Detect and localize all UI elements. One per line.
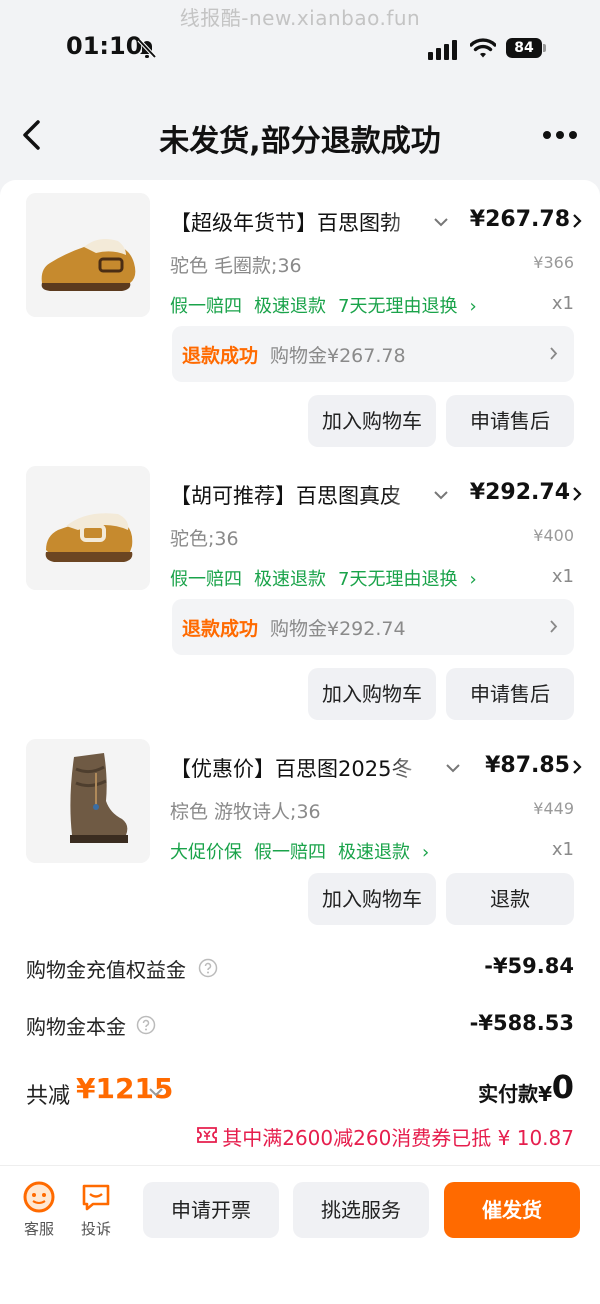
status-time: 01:10 [66,32,143,60]
product-image[interactable] [26,193,150,317]
after-sales-button[interactable]: 申请售后 [446,668,574,720]
customer-service-icon [23,1181,55,1213]
coupon-icon [197,1127,218,1143]
refund-button[interactable]: 退款 [446,873,574,925]
chevron-down-icon[interactable] [432,213,450,231]
product-spec: 棕色 游牧诗人;36 [170,801,321,823]
product-title[interactable]: 【优惠价】百思图2025冬 [170,753,434,783]
total-discount-label: 共减 [26,1084,71,1109]
tag: 极速退款 [254,569,326,590]
signal-icon [428,40,457,60]
chevron-right-icon: › [422,842,430,863]
customer-service-button[interactable]: 客服 [19,1180,59,1239]
chevron-right-icon: › [469,296,477,317]
coupon-note: 其中满2600减260消费券已抵 ¥ 10.87 [197,1122,574,1150]
bottom-action-bar: 客服 投诉 申请开票 挑选服务 催发货 [0,1165,600,1304]
service-tags[interactable]: 大促价保 假一赔四 极速退款 › [170,838,429,864]
product-spec: 驼色 毛圈款;36 [170,255,302,277]
product-price: ¥87.85 [485,753,570,778]
service-tags[interactable]: 假一赔四 极速退款 7天无理由退换 › [170,292,477,318]
customer-service-label: 客服 [23,1220,54,1238]
add-to-cart-button[interactable]: 加入购物车 [308,668,436,720]
product-quantity: x1 [551,839,574,860]
refund-detail: 购物金¥267.78 [270,345,406,367]
loafer-shoe-icon [26,193,150,317]
ankle-boot-icon [26,739,150,863]
nav-bar: 未发货,部分退款成功 [0,100,600,170]
battery-indicator: 84 [506,38,542,58]
summary-value: -¥59.84 [484,954,574,978]
summary-label: 购物金充值权益金 [26,958,186,982]
original-price: ¥400 [533,526,574,545]
add-to-cart-button[interactable]: 加入购物车 [308,873,436,925]
complaint-icon [82,1184,110,1211]
product-quantity: x1 [551,566,574,587]
product-price: ¥292.74 [469,480,570,505]
tag: 7天无理由退换 [338,296,458,317]
product-quantity: x1 [551,293,574,314]
request-invoice-button[interactable]: 申请开票 [143,1182,279,1238]
page-title: 未发货,部分退款成功 [159,124,441,159]
refund-status-row[interactable]: 退款成功 购物金¥292.74 [172,599,574,655]
chevron-down-icon[interactable] [432,486,450,504]
service-tags[interactable]: 假一赔四 极速退款 7天无理由退换 › [170,565,477,591]
tag: 7天无理由退换 [338,569,458,590]
more-icon[interactable] [542,130,578,140]
watermark-text: 线报酷-new.xianbao.fun [179,6,421,30]
chevron-right-icon [550,620,558,633]
paid-amount-value: 0 [551,1068,574,1106]
refund-detail: 购物金¥292.74 [270,618,406,640]
product-image[interactable] [26,466,150,590]
tag: 假一赔四 [170,296,242,317]
add-to-cart-button[interactable]: 加入购物车 [308,395,436,447]
help-icon[interactable] [198,958,218,978]
summary-row: 购物金本金 -¥588.53 [26,1011,574,1041]
refund-status: 退款成功 [182,345,259,367]
original-price: ¥366 [533,253,574,272]
boot-shoe-icon [26,466,150,590]
wifi-icon [470,38,496,58]
select-service-button[interactable]: 挑选服务 [293,1182,429,1238]
status-bar: 01:10 84 [0,30,600,70]
order-item: 【胡可推荐】百思图真皮 ¥292.74 驼色;36 ¥400 假一赔四 极速退款 7… [0,466,600,726]
after-sales-button[interactable]: 申请售后 [446,395,574,447]
order-item: 【超级年货节】百思图勃 ¥267.78 驼色 毛圈款;36 ¥366 假一赔四极… [0,193,600,453]
tag: 极速退款 [338,842,410,863]
product-image[interactable] [26,739,150,863]
complaint-label: 投诉 [80,1220,111,1238]
tag: 假一赔四 [254,842,326,863]
bell-muted-icon [137,38,157,59]
total-row: 共减 ¥1215 实付款¥ 0 [26,1068,574,1114]
tag: 假一赔四 [170,569,242,590]
product-title[interactable]: 【胡可推荐】百思图真皮 [170,480,432,510]
chevron-down-icon[interactable] [444,759,462,777]
product-title[interactable]: 【超级年货节】百思图勃 [170,207,432,237]
refund-status: 退款成功 [182,618,259,640]
chevron-right-icon[interactable] [572,213,582,229]
chevron-right-icon[interactable] [572,486,582,502]
product-spec: 驼色;36 [170,528,239,550]
complaint-button[interactable]: 投诉 [76,1180,116,1239]
chevron-down-icon[interactable] [148,1086,164,1098]
chevron-right-icon: › [469,569,477,590]
summary-value: -¥588.53 [469,1011,574,1035]
paid-amount-label: 实付款¥ [478,1082,552,1106]
summary-row: 购物金充值权益金 -¥59.84 [26,954,574,984]
product-price: ¥267.78 [469,207,570,232]
help-icon[interactable] [136,1015,156,1035]
chevron-right-icon [550,347,558,360]
summary-label: 购物金本金 [26,1015,126,1039]
coupon-text: 其中满2600减260消费券已抵 ¥ 10.87 [222,1126,574,1150]
chevron-right-icon[interactable] [572,759,582,775]
order-item: 【优惠价】百思图2025冬 ¥87.85 棕色 游牧诗人;36 ¥449 大促价… [0,739,600,929]
original-price: ¥449 [533,799,574,818]
refund-status-row[interactable]: 退款成功 购物金¥267.78 [172,326,574,382]
tag: 极速退款 [254,296,326,317]
tag: 大促价保 [170,842,242,863]
urge-shipping-button[interactable]: 催发货 [444,1182,580,1238]
battery-tip [543,44,546,52]
